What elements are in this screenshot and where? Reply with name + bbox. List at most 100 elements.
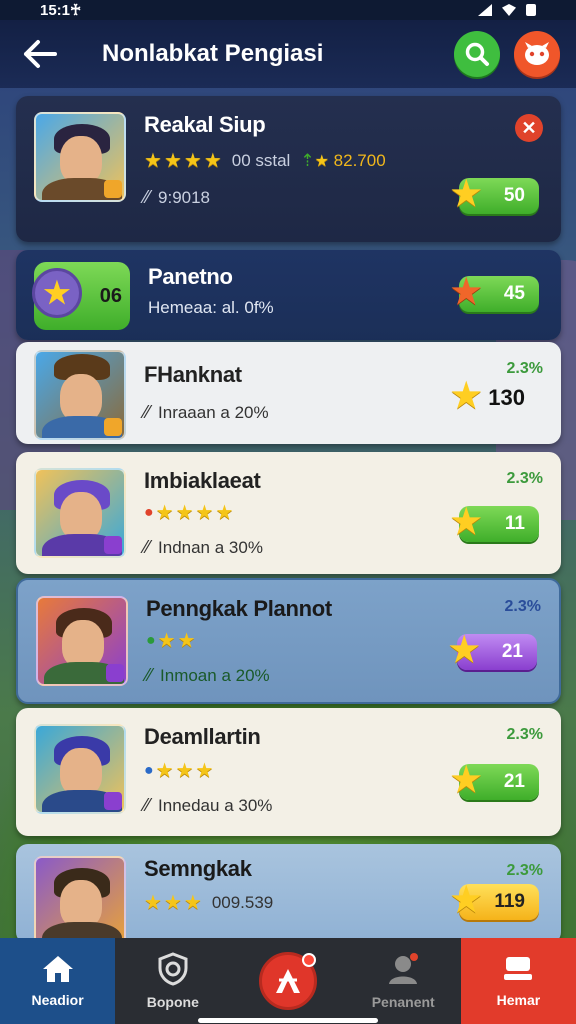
star-icon: ★: [144, 150, 162, 172]
list-item[interactable]: Deamllartin ● ★ ★ ★ ⁄⁄ Innedau a 30% 2.3% …: [16, 708, 561, 836]
reward-button[interactable]: ★ 21: [451, 761, 539, 800]
reward-button[interactable]: ★ 119: [451, 881, 539, 920]
close-button[interactable]: ✕: [515, 114, 543, 142]
arrow-left-icon: [24, 40, 57, 68]
list-item[interactable]: Penngkak Plannot ● ★ ★ ⁄⁄ Inmoan a 20% 2.…: [16, 578, 561, 704]
reward-button[interactable]: ★ 50: [451, 175, 539, 214]
home-indicator: [198, 1018, 378, 1023]
status-time: 15:1♰: [40, 2, 82, 19]
star-icon: ★: [177, 630, 196, 652]
item-meta: ⁄⁄ 9:9018: [144, 187, 211, 207]
item-stat: 009.539: [211, 892, 274, 912]
star-icon: ★: [144, 892, 162, 914]
avatar: [34, 112, 126, 202]
reward-button[interactable]: ★ 45: [451, 273, 539, 312]
nav-label: Hemar: [496, 992, 541, 1008]
signal-icon: [478, 4, 492, 16]
notification-dot: [302, 953, 316, 967]
item-meta: Hemeaa: al. 0f%: [148, 298, 274, 317]
rating-stars: ● ★ ★ ★: [144, 758, 411, 783]
item-meta: ⁄⁄ Inraaan a 20%: [144, 402, 269, 422]
item-stat: 00 sstal: [231, 150, 291, 170]
star-icon: ★: [314, 152, 329, 170]
nav-profile[interactable]: Penanent: [345, 938, 461, 1024]
coin-star-icon: ★: [32, 268, 82, 318]
back-button[interactable]: [18, 32, 62, 76]
percent-change: 2.3%: [506, 470, 543, 487]
pin-icon: ⁄⁄: [144, 187, 151, 207]
nav-home[interactable]: Neadior: [0, 938, 116, 1024]
search-button[interactable]: [454, 31, 500, 77]
star-icon: ★: [451, 175, 482, 213]
page-title: Nonlabkat Pengiasi: [102, 40, 324, 67]
center-action-button[interactable]: [259, 952, 317, 1010]
avatar: [34, 350, 126, 440]
reward-button[interactable]: ★ 130: [451, 377, 539, 416]
wifi-icon: [502, 4, 516, 16]
list-item[interactable]: Reakal Siup ★ ★ ★ ★ 00 sstal ⇡★ 82.700 ⁄⁄ 9…: [16, 96, 561, 242]
search-icon: [465, 42, 489, 66]
user-icon: [389, 953, 419, 984]
profile-mascot-button[interactable]: [514, 31, 560, 77]
rank-badge-icon: ●: [144, 503, 154, 521]
item-title: Deamllartin: [144, 724, 261, 749]
star-icon: ★: [183, 150, 202, 172]
reward-button[interactable]: ★ 21: [449, 631, 537, 670]
app-header: Nonlabkat Pengiasi: [0, 20, 576, 88]
percent-change: 2.3%: [506, 726, 543, 743]
item-title: Penngkak Plannot: [146, 596, 332, 621]
rank-badge-icon: ●: [144, 761, 154, 779]
pin-icon: ⁄⁄: [144, 795, 151, 815]
home-icon: [42, 956, 73, 982]
item-title: Reakal Siup: [144, 112, 266, 137]
hero-icon: [276, 969, 300, 993]
item-title: Panetno: [148, 264, 233, 289]
avatar: [34, 856, 126, 944]
nav-shield[interactable]: Bopone: [115, 938, 231, 1024]
nav-menu[interactable]: Hemar: [460, 938, 576, 1024]
list-item[interactable]: Semngkak ★ ★ ★ 009.539 2.3% ★ 119: [16, 844, 561, 944]
item-title: Semngkak: [144, 856, 252, 881]
star-icon: ★: [195, 502, 214, 524]
star-icon: ★: [451, 761, 482, 799]
star-icon: ★: [451, 377, 482, 415]
rank-badge-icon: ●: [146, 631, 156, 649]
nav-label: Neadior: [31, 992, 84, 1008]
nav-label: Penanent: [371, 994, 435, 1010]
coin-badge: ★ 06: [32, 262, 130, 330]
star-icon: ★: [451, 273, 482, 311]
arrow-icon: ⇡: [300, 150, 315, 170]
star-icon: ★: [195, 760, 214, 782]
pin-icon: ⁄⁄: [144, 537, 151, 557]
nav-label: Bopone: [146, 994, 199, 1010]
shield-icon: [158, 952, 188, 986]
avatar: [34, 468, 126, 558]
star-icon: ★: [215, 502, 234, 524]
star-icon: ★: [449, 631, 480, 669]
rating-stars: ● ★ ★ ★ ★: [144, 500, 411, 525]
nav-center-action[interactable]: [230, 938, 346, 1024]
star-icon: ★: [175, 760, 194, 782]
pin-icon: ⁄⁄: [146, 665, 153, 685]
percent-change: 2.3%: [506, 360, 543, 377]
item-meta: ⁄⁄ Inmoan a 20%: [146, 665, 270, 685]
star-icon: ★: [157, 630, 176, 652]
status-bar: 15:1♰: [0, 0, 576, 20]
list-item[interactable]: ★ 06 Panetno Hemeaa: al. 0f% ★ 45: [16, 250, 561, 340]
rating-stars: ★ ★ ★ ★ 00 sstal ⇡★ 82.700: [144, 148, 411, 173]
star-icon: ★: [163, 150, 182, 172]
rating-stars: ★ ★ ★ 009.539: [144, 890, 411, 915]
rating-stars: ● ★ ★: [146, 628, 409, 653]
item-meta: ⁄⁄ Indnan a 30%: [144, 537, 263, 557]
item-score: ⇡★ 82.700: [300, 150, 386, 170]
reward-button[interactable]: ★ 11: [451, 503, 539, 542]
list-item[interactable]: Imbiaklaeat ● ★ ★ ★ ★ ⁄⁄ Indnan a 30% 2.3% …: [16, 452, 561, 574]
avatar: [36, 596, 128, 686]
star-icon: ★: [183, 892, 202, 914]
star-icon: ★: [203, 150, 222, 172]
item-title: FHanknat: [144, 362, 242, 387]
avatar: [34, 724, 126, 814]
pin-icon: ⁄⁄: [144, 402, 151, 422]
star-icon: ★: [163, 892, 182, 914]
list-item[interactable]: FHanknat ⁄⁄ Inraaan a 20% 2.3% ★ 130: [16, 342, 561, 444]
